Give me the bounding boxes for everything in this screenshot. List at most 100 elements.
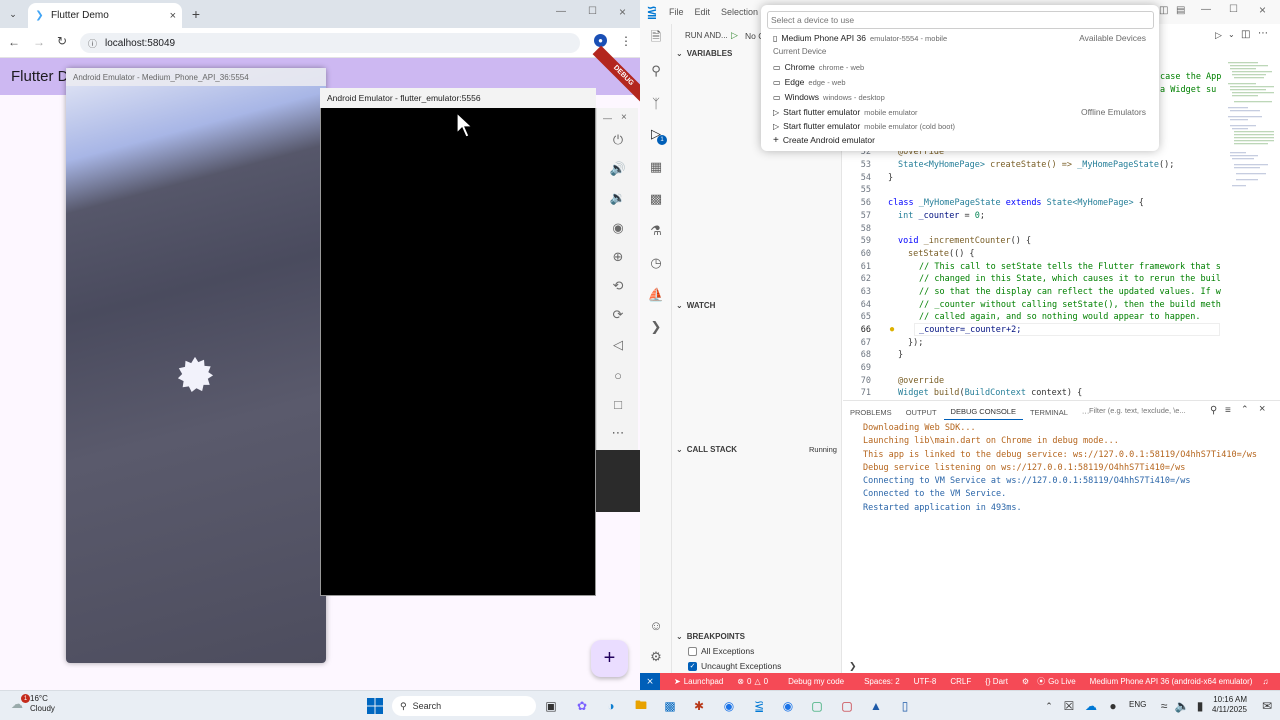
power-icon[interactable]: ⏻ bbox=[607, 129, 629, 151]
tab-output[interactable]: OUTPUT bbox=[899, 404, 944, 420]
new-tab-icon[interactable]: + bbox=[189, 6, 203, 22]
option-start-flutter-emulator-cold[interactable]: ▷ Start flutter emulator mobile emulator… bbox=[762, 119, 1158, 133]
device-option-windows[interactable]: ▭ Windows windows - desktop bbox=[762, 90, 1158, 104]
flutter-outline-icon[interactable]: ❯ bbox=[647, 318, 665, 336]
emulator-close-icon[interactable]: × bbox=[621, 112, 627, 123]
reload-icon[interactable]: ↻ bbox=[57, 34, 67, 48]
layout-icon[interactable]: ◫ bbox=[1159, 5, 1168, 16]
file-explorer-icon[interactable]: 🖿 bbox=[632, 697, 650, 715]
indentation-indicator[interactable]: Spaces: 2 bbox=[864, 677, 900, 686]
increment-fab-button[interactable]: + bbox=[591, 640, 628, 677]
back-nav-icon[interactable]: ◁ bbox=[607, 334, 629, 356]
tab-debug-console[interactable]: DEBUG CONSOLE bbox=[943, 404, 1023, 420]
eol-indicator[interactable]: CRLF bbox=[950, 677, 971, 686]
maximize-icon[interactable]: ☐ bbox=[588, 6, 597, 17]
emulator-taskbar-icon-2[interactable]: ▯ bbox=[896, 697, 914, 715]
notification-center-icon[interactable]: ✉ bbox=[1258, 697, 1276, 715]
remote-indicator-icon[interactable]: ⨯ bbox=[640, 673, 660, 690]
onedrive-icon[interactable]: ☁ bbox=[1082, 697, 1100, 715]
chrome-taskbar-icon-2[interactable]: ◉ bbox=[779, 697, 797, 715]
encoding-indicator[interactable]: UTF-8 bbox=[914, 677, 937, 686]
problems-indicator[interactable]: ⊗ 0 △ 0 bbox=[737, 677, 768, 686]
start-debug-icon[interactable]: ▷ bbox=[731, 30, 738, 41]
breakpoints-section[interactable]: ⌄ BREAKPOINTS bbox=[676, 632, 745, 641]
store-icon[interactable]: ▩ bbox=[661, 697, 679, 715]
show-hidden-icons[interactable]: ⌃ bbox=[1040, 697, 1058, 715]
go-live-button[interactable]: ⦿ Go Live bbox=[1037, 676, 1076, 687]
vs-close-icon[interactable]: × bbox=[1259, 3, 1266, 17]
remote-explorer-icon[interactable]: ▩ bbox=[647, 190, 665, 208]
call-stack-section[interactable]: ⌄ CALL STACK bbox=[676, 445, 737, 454]
menu-edit[interactable]: Edit bbox=[695, 7, 711, 17]
docker-icon[interactable]: ⛵ bbox=[647, 286, 665, 304]
volume-icon[interactable]: 🔈 bbox=[1173, 697, 1191, 715]
explorer-icon[interactable]: 🗎 bbox=[647, 29, 665, 48]
minimize-icon[interactable]: — bbox=[556, 6, 566, 17]
zoom-icon[interactable]: ⊕ bbox=[607, 246, 629, 268]
address-bar[interactable]: ⓘ localhost:58049 bbox=[80, 33, 580, 53]
testing-icon[interactable]: ⚗ bbox=[647, 222, 665, 240]
variables-section[interactable]: ⌄ VARIABLES bbox=[676, 49, 732, 58]
debug-my-code-toggle[interactable]: Debug my code bbox=[788, 677, 844, 686]
source-control-icon[interactable]: ᛉ bbox=[647, 94, 665, 112]
flutter-sidebar-icon[interactable]: ⚙ bbox=[1022, 677, 1029, 686]
vscode-taskbar-icon[interactable]: ⪟ bbox=[750, 697, 768, 715]
tray-icon[interactable]: ☒ bbox=[1060, 697, 1078, 715]
checkbox-checked[interactable]: ✓ bbox=[688, 661, 697, 671]
back-icon[interactable]: ← bbox=[8, 35, 20, 49]
task-view-icon[interactable]: ▣ bbox=[542, 697, 560, 715]
rotate-right-icon[interactable]: ⟳ bbox=[607, 304, 629, 326]
breakpoint-all-exceptions[interactable]: All Exceptions bbox=[688, 646, 754, 656]
microphone-icon[interactable]: ● bbox=[1104, 697, 1122, 715]
option-create-android-emulator[interactable]: + Create Android emulator bbox=[762, 133, 1158, 147]
editor-more-icon[interactable]: ⋯ bbox=[1258, 28, 1268, 39]
forward-icon[interactable]: → bbox=[33, 35, 45, 49]
watch-section[interactable]: ⌄ WATCH bbox=[676, 301, 715, 310]
rotate-left-icon[interactable]: ⟲ bbox=[607, 275, 629, 297]
menu-file[interactable]: File bbox=[669, 7, 684, 17]
run-options-chevron-icon[interactable]: ⌄ bbox=[1228, 30, 1235, 39]
split-editor-icon[interactable]: ◫ bbox=[1241, 29, 1250, 40]
tab-problems[interactable]: PROBLEMS bbox=[843, 404, 899, 420]
minimap[interactable] bbox=[1222, 60, 1280, 210]
vs-minimize-icon[interactable]: — bbox=[1201, 4, 1211, 15]
device-quick-pick-input[interactable]: Select a device to use bbox=[767, 11, 1154, 29]
chrome-taskbar-icon[interactable]: ◉ bbox=[720, 697, 738, 715]
chrome-tab-flutter-demo[interactable]: ❯ Flutter Demo × bbox=[28, 3, 182, 28]
device-option-chrome[interactable]: ▭ Chrome chrome - web bbox=[762, 60, 1158, 74]
console-filter-input[interactable]: Filter (e.g. text, !exclude, \e... bbox=[1089, 406, 1207, 418]
launchpad-item[interactable]: ➤ Launchpad bbox=[674, 677, 723, 686]
volume-down-icon[interactable]: 🔉 bbox=[607, 187, 629, 209]
checkbox[interactable] bbox=[688, 646, 697, 656]
battery-icon[interactable]: ▮ bbox=[1191, 697, 1209, 715]
site-info-icon[interactable]: ⓘ bbox=[88, 37, 97, 50]
emulator-2-window[interactable] bbox=[320, 88, 596, 596]
notifications-bell-icon[interactable]: ♫ bbox=[1262, 677, 1268, 686]
wifi-icon[interactable]: ≈ bbox=[1155, 697, 1173, 715]
close-window-icon[interactable]: × bbox=[619, 5, 626, 19]
edge-icon[interactable]: ◑ bbox=[602, 697, 620, 715]
windows-start-icon[interactable] bbox=[366, 697, 384, 715]
maximize-panel-icon[interactable]: ⌃ bbox=[1241, 404, 1249, 415]
tab-terminal[interactable]: TERMINAL bbox=[1023, 404, 1075, 420]
weather-widget[interactable]: ☁ 1 16°C Cloudy bbox=[10, 694, 55, 714]
option-start-flutter-emulator[interactable]: ▷ Start flutter emulator mobile emulator… bbox=[762, 105, 1158, 119]
timeline-icon[interactable]: ◷ bbox=[647, 254, 665, 272]
accounts-icon[interactable]: ☺ bbox=[647, 616, 665, 634]
overview-nav-icon[interactable]: □ bbox=[607, 393, 629, 415]
tab-search-icon[interactable]: ⌄ bbox=[6, 7, 20, 21]
vs-maximize-icon[interactable]: ☐ bbox=[1229, 4, 1238, 15]
copilot-icon[interactable]: ✿ bbox=[573, 697, 591, 715]
search-icon[interactable]: ⚲ bbox=[647, 62, 665, 80]
taskbar-search[interactable]: ⚲ Search bbox=[392, 696, 536, 716]
camera-icon[interactable]: ◉ bbox=[607, 217, 629, 239]
language-mode[interactable]: {} Dart bbox=[985, 677, 1008, 686]
manage-gear-icon[interactable]: ⚙ bbox=[647, 648, 665, 666]
panel-list-icon[interactable]: ≡ bbox=[1225, 405, 1231, 416]
device-option-medium-phone[interactable]: ▯ Medium Phone API 36 emulator-5554 - mo… bbox=[762, 31, 1158, 45]
device-option-edge[interactable]: ▭ Edge edge - web bbox=[762, 75, 1158, 89]
emulator-taskbar-icon[interactable]: ▲ bbox=[867, 697, 885, 715]
extensions-icon[interactable]: ▦ bbox=[647, 158, 665, 176]
close-tab-icon[interactable]: × bbox=[170, 10, 176, 22]
app-icon[interactable]: ✱ bbox=[690, 697, 708, 715]
